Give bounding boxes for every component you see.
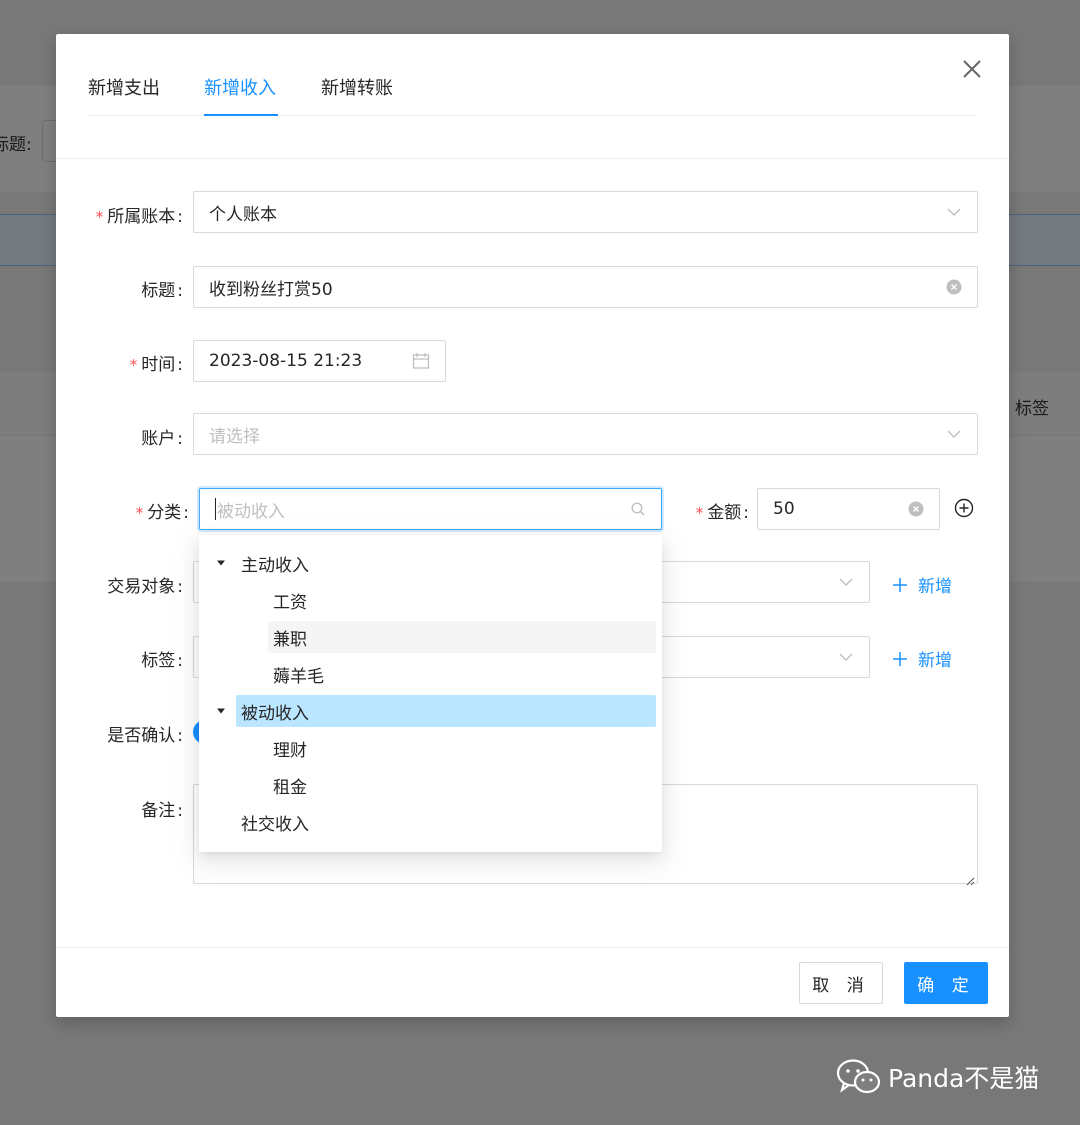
book-label: * 所属账本: [95,207,183,227]
category-tree-select[interactable]: 被动收入 [199,488,662,530]
tags-label-text: 标签 [141,651,176,671]
add-counterparty-button[interactable]: 新增 [892,572,952,597]
time-label-text: 时间 [141,355,176,375]
chevron-down-icon [838,649,854,665]
tree-node-label: 兼职 [268,621,656,653]
tree-node-label: 工资 [273,592,307,613]
category-label: * 分类: [135,503,189,523]
search-icon [630,501,646,517]
tree-node-label: 薅羊毛 [273,666,324,687]
add-tag-button[interactable]: 新增 [892,646,952,671]
note-label: 备注: [141,801,183,821]
required-mark: * [129,356,138,374]
account-label-text: 账户 [141,429,176,449]
ok-button[interactable]: 确 定 [904,962,988,1004]
required-mark: * [135,504,144,522]
cancel-button[interactable]: 取 消 [799,962,883,1004]
category-select-placeholder: 被动收入 [217,501,285,522]
account-label: 账户: [141,429,183,449]
confirmed-label-text: 是否确认 [107,726,176,746]
tree-node-label: 被动收入 [236,695,656,727]
tree-node-social-income[interactable]: 社交收入 [199,806,662,838]
title-label-text: 标题 [141,281,176,301]
note-label-text: 备注 [141,801,176,821]
title-input[interactable]: 收到粉丝打赏50 [193,266,978,308]
add-tag-label: 新增 [918,651,952,671]
tree-node-freebies[interactable]: 薅羊毛 [199,658,662,690]
calendar-icon [412,352,430,370]
tree-node-rent[interactable]: 租金 [199,769,662,801]
category-label-text: 分类 [147,503,182,523]
counterparty-label: 交易对象: [107,577,183,597]
tree-node-active-income[interactable]: 主动收入 [199,547,662,579]
time-picker-value: 2023-08-15 21:23 [209,351,363,371]
footer-divider [56,947,1009,948]
watermark: Panda不是猫 [836,1058,1039,1096]
book-label-text: 所属账本 [107,207,176,227]
active-tab-indicator [204,114,278,116]
tree-node-label: 租金 [273,777,307,798]
caret-down-icon[interactable] [215,705,227,717]
chevron-down-icon [838,574,854,590]
chevron-down-icon [946,426,962,442]
tab-add-income[interactable]: 新增收入 [204,74,276,100]
title-input-value: 收到粉丝打赏50 [209,279,333,300]
tree-node-parttime[interactable]: 兼职 [199,621,662,653]
tree-node-investment[interactable]: 理财 [199,732,662,764]
tree-node-label: 理财 [273,740,307,761]
account-select[interactable]: 请选择 [193,413,978,455]
add-record-modal: 新增支出 新增收入 新增转账 * 所属账本: 个人账本 标题: 收到粉丝打赏50 … [56,34,1009,1017]
amount-label-text: 金额 [707,503,742,523]
header-divider [56,158,1009,159]
confirmed-label: 是否确认: [107,726,183,746]
amount-input[interactable]: 50 [757,488,940,530]
clear-icon[interactable] [946,279,962,295]
time-picker[interactable]: 2023-08-15 21:23 [193,340,446,382]
required-mark: * [95,208,104,226]
amount-input-value: 50 [773,499,795,519]
resize-grip-icon[interactable] [965,871,975,886]
tags-label: 标签: [141,651,183,671]
counterparty-label-text: 交易对象 [107,577,176,597]
watermark-text: Panda不是猫 [888,1064,1040,1093]
tree-node-label: 社交收入 [241,814,309,835]
caret-down-icon[interactable] [215,557,227,569]
book-select[interactable]: 个人账本 [193,191,978,233]
required-mark: * [695,504,704,522]
wechat-icon [836,1058,882,1096]
add-counterparty-label: 新增 [918,577,952,597]
book-select-value: 个人账本 [209,204,277,225]
text-cursor [215,498,216,520]
clear-icon[interactable] [908,501,924,517]
tree-node-passive-income[interactable]: 被动收入 [199,695,662,727]
tree-node-salary[interactable]: 工资 [199,584,662,616]
plus-icon [892,651,908,667]
amount-label: * 金额: [695,503,749,523]
title-label: 标题: [141,281,183,301]
account-select-placeholder: 请选择 [209,426,260,447]
plus-circle-icon[interactable] [954,498,974,518]
chevron-down-icon [946,204,962,220]
time-label: * 时间: [129,355,183,375]
plus-icon [892,577,908,593]
tab-add-transfer[interactable]: 新增转账 [321,74,393,100]
category-dropdown: 主动收入 工资 兼职 薅羊毛 被动收入 理财 租金 社交收入 [199,535,662,852]
tree-node-label: 主动收入 [241,555,309,576]
record-type-tabs: 新增支出 新增收入 新增转账 [88,62,977,116]
tab-add-expense[interactable]: 新增支出 [88,74,160,100]
